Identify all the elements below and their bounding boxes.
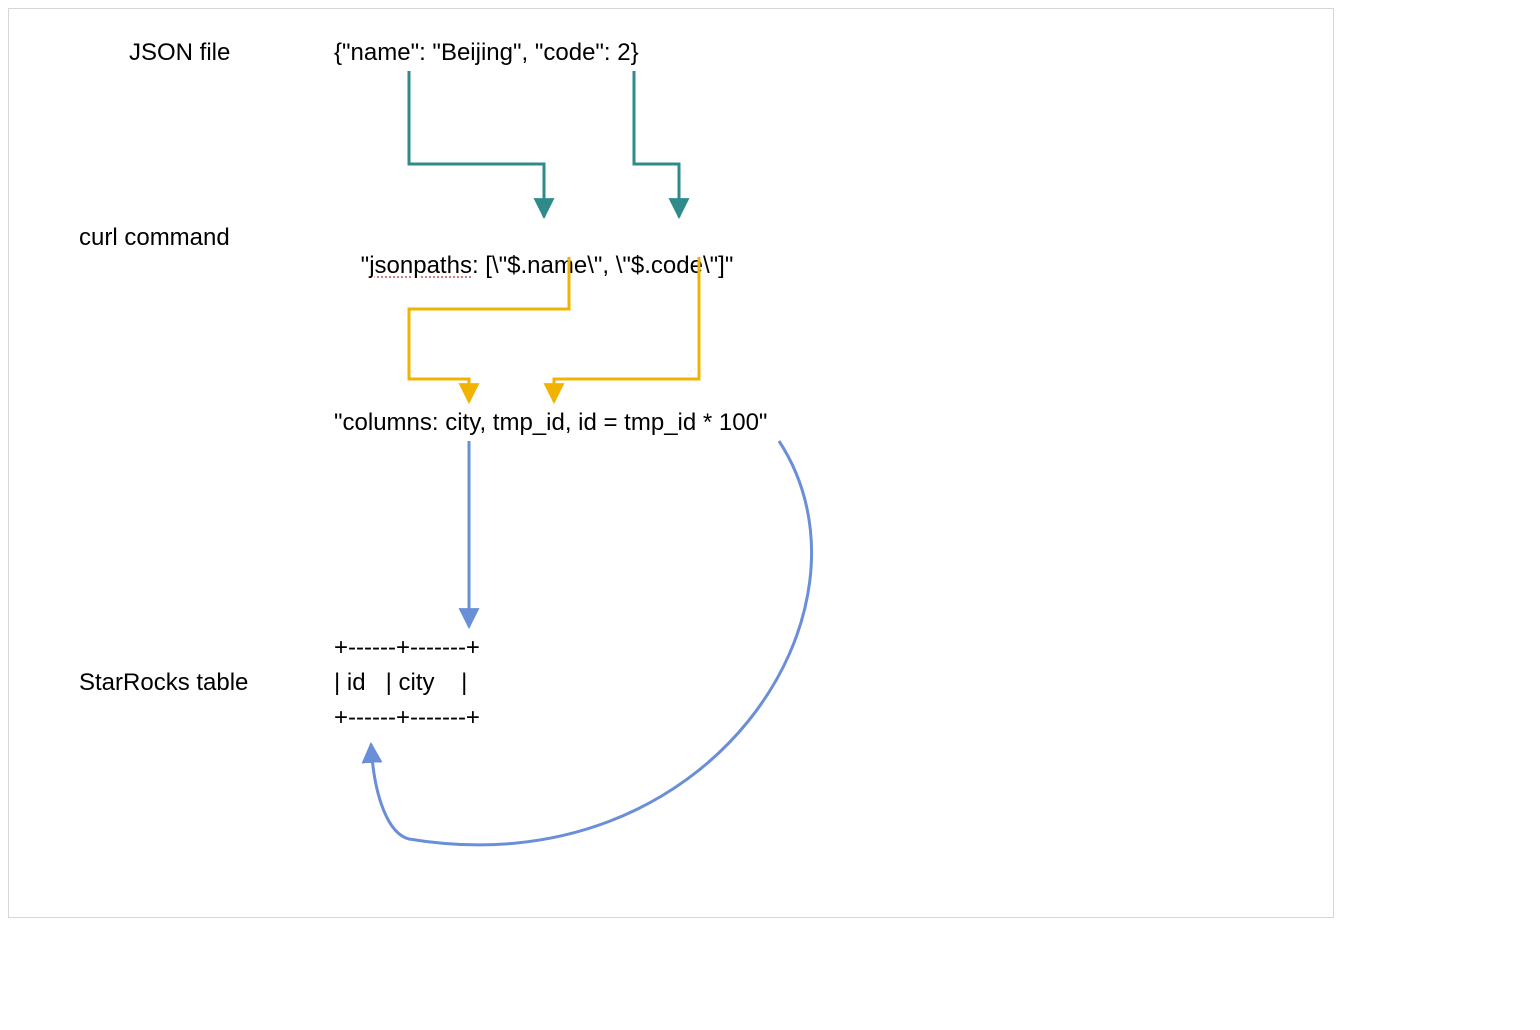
diagram-frame: JSON file curl command StarRocks table {… <box>8 8 1334 918</box>
arrow-code-to-jsonpath <box>634 71 679 217</box>
jsonpaths-suffix: : [\"$.name\", \"$.code\"]" <box>472 252 733 279</box>
columns-content: "columns: city, tmp_id, id = tmp_id * 10… <box>334 409 767 437</box>
jsonpaths-content: "jsonpaths: [\"$.name\", \"$.code\"]" <box>334 224 733 308</box>
table-border-bottom: +------+-------+ <box>334 704 480 732</box>
json-file-content: {"name": "Beijing", "code": 2} <box>334 39 639 67</box>
label-json-file: JSON file <box>129 39 230 67</box>
jsonpaths-prefix: " <box>361 252 370 279</box>
arrows-svg <box>9 9 1335 919</box>
arrow-name-to-jsonpath <box>409 71 544 217</box>
table-row: | id | city | <box>334 669 467 697</box>
jsonpaths-word: jsonpaths <box>369 252 472 279</box>
table-border-top: +------+-------+ <box>334 634 480 662</box>
label-curl-command: curl command <box>79 224 230 252</box>
label-starrocks-table: StarRocks table <box>79 669 248 697</box>
